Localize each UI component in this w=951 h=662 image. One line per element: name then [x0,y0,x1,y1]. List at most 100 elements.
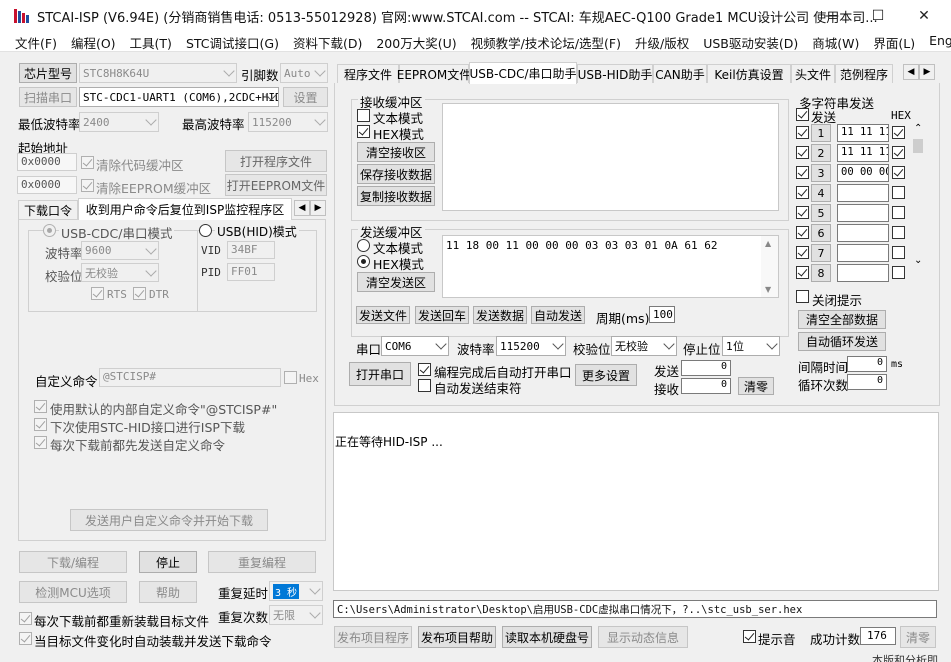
multi-send-checkbox[interactable] [796,166,809,179]
open-eeprom-file-button[interactable]: 打开EEPROM文件 [225,174,327,196]
multi-send-button[interactable]: 8 [811,264,831,282]
main-tab[interactable]: Keil仿真设置 [707,64,791,84]
clear-receive-button[interactable]: 清空接收区 [357,142,435,162]
receive-textarea[interactable] [442,103,779,211]
close-hint-checkbox[interactable] [796,290,809,303]
multi-send-all-checkbox[interactable] [796,108,809,121]
open-program-file-button[interactable]: 打开程序文件 [225,150,327,172]
copy-receive-button[interactable]: 复制接收数据 [357,186,435,206]
multi-send-button[interactable]: 3 [811,164,831,182]
multi-send-button[interactable]: 1 [811,124,831,142]
main-tab[interactable]: 头文件 [791,64,835,84]
send-file-button[interactable]: 发送文件 [356,306,410,324]
recv-hex-mode-checkbox[interactable] [357,125,370,138]
serial-parity-select[interactable]: 无校验 [611,336,677,356]
scan-port-button[interactable]: 扫描串口 [19,87,77,107]
multi-send-field[interactable] [837,184,889,202]
repeat-delay-select[interactable]: 3 秒 [269,581,323,601]
multi-send-field[interactable] [837,244,889,262]
pin-count-select[interactable]: Auto [280,63,328,83]
multi-hex-checkbox[interactable] [892,266,905,279]
close-button[interactable]: ✕ [901,0,947,31]
clear-eeprom-checkbox[interactable] [81,179,94,192]
chip-model-select[interactable]: STC8H8K64U [79,63,237,83]
min-baud-select[interactable]: 2400 [79,112,159,132]
download-program-button[interactable]: 下载/编程 [19,551,127,573]
main-tab-scroll-right[interactable]: ▶ [919,64,935,80]
multi-hex-checkbox[interactable] [892,226,905,239]
cdc-mode-radio[interactable] [43,224,56,237]
send-before-download-checkbox[interactable] [34,436,47,449]
main-tab[interactable]: 程序文件 [337,64,399,84]
stop-button[interactable]: 停止 [139,551,197,573]
main-tab-scroll-left[interactable]: ◀ [903,64,919,80]
custom-command-field[interactable]: @STCISP# [99,368,281,387]
check-mcu-button[interactable]: 检测MCU选项 [19,581,127,603]
chip-model-button[interactable]: 芯片型号 [19,63,77,83]
main-tab[interactable]: 范例程序 [835,64,893,84]
rts-checkbox[interactable] [91,287,104,300]
serial-stop-select[interactable]: 1位 [722,336,780,356]
clear-send-button[interactable]: 清空发送区 [357,272,435,292]
menu-item[interactable]: English [922,31,951,51]
multi-send-button[interactable]: 6 [811,224,831,242]
more-settings-button[interactable]: 更多设置 [575,364,637,386]
main-tab[interactable]: EEPROM文件 [397,64,471,84]
auto-end-checkbox[interactable] [418,379,431,392]
interval-field[interactable]: 0 [847,356,887,372]
multi-scrollbar[interactable]: ⌃ ⌄ [912,123,926,266]
beep-checkbox[interactable] [743,630,756,643]
multi-send-button[interactable]: 2 [811,144,831,162]
multi-send-field[interactable]: 00 00 00 [837,164,889,182]
menu-item[interactable]: 工具(T) [123,31,179,51]
clear-count-button[interactable]: 清零 [738,377,774,395]
menu-item[interactable]: 升级/版权 [628,31,696,51]
tab-monitor-reset[interactable]: 收到用户命令后复位到ISP监控程序区 [78,198,292,220]
send-textarea[interactable]: 11 18 00 11 00 00 00 03 03 03 01 0A 61 6… [442,235,779,298]
menu-item[interactable]: 界面(L) [866,31,922,51]
pid-field[interactable]: FF01 [227,263,275,281]
main-tab[interactable]: CAN助手 [653,64,707,84]
baud-select[interactable]: 9600 [81,241,159,260]
multi-send-checkbox[interactable] [796,206,809,219]
menu-item[interactable]: USB驱动安装(D) [696,31,805,51]
tab-scroll-right[interactable]: ▶ [310,200,326,216]
tab-download-password[interactable]: 下载口令 [18,200,78,220]
port-select[interactable]: STC-CDC1-UART1 (COM6),2CDC+HID [79,87,279,107]
auto-send-button[interactable]: 自动发送 [531,306,585,324]
multi-send-field[interactable] [837,264,889,282]
reload-target-checkbox[interactable] [19,612,32,625]
clear-all-data-button[interactable]: 清空全部数据 [798,310,886,329]
publish-program-button[interactable]: 发布项目程序 [334,626,412,648]
auto-send-checkbox[interactable] [19,632,32,645]
multi-send-checkbox[interactable] [796,146,809,159]
multi-hex-checkbox[interactable] [892,146,905,159]
repeat-program-button[interactable]: 重复编程 [208,551,316,573]
settings-button[interactable]: 设置 [283,87,328,107]
multi-send-button[interactable]: 7 [811,244,831,262]
menu-item[interactable]: 编程(O) [64,31,123,51]
tab-scroll-left[interactable]: ◀ [294,200,310,216]
send-hex-mode-radio[interactable] [357,255,370,268]
multi-send-checkbox[interactable] [796,186,809,199]
multi-hex-checkbox[interactable] [892,126,905,139]
vid-field[interactable]: 34BF [227,241,275,259]
dtr-checkbox[interactable] [133,287,146,300]
read-disk-id-button[interactable]: 读取本机硬盘号 [502,626,592,648]
menu-item[interactable]: 商城(W) [805,31,866,51]
next-hid-checkbox[interactable] [34,418,47,431]
auto-loop-send-button[interactable]: 自动循环发送 [798,332,886,351]
menu-item[interactable]: 文件(F) [8,31,64,51]
parity-select[interactable]: 无校验 [81,263,159,282]
show-dynamic-info-button[interactable]: 显示动态信息 [598,626,688,648]
minimize-button[interactable]: — [809,0,855,31]
recv-text-mode-checkbox[interactable] [357,109,370,122]
publish-help-button[interactable]: 发布项目帮助 [418,626,496,648]
maximize-button[interactable]: ☐ [855,0,901,31]
save-receive-button[interactable]: 保存接收数据 [357,164,435,184]
multi-hex-checkbox[interactable] [892,246,905,259]
hid-mode-radio[interactable] [199,224,212,237]
send-custom-command-button[interactable]: 发送用户自定义命令并开始下载 [70,509,268,531]
multi-send-checkbox[interactable] [796,126,809,139]
menu-item[interactable]: 视频教学/技术论坛/选型(F) [464,31,628,51]
